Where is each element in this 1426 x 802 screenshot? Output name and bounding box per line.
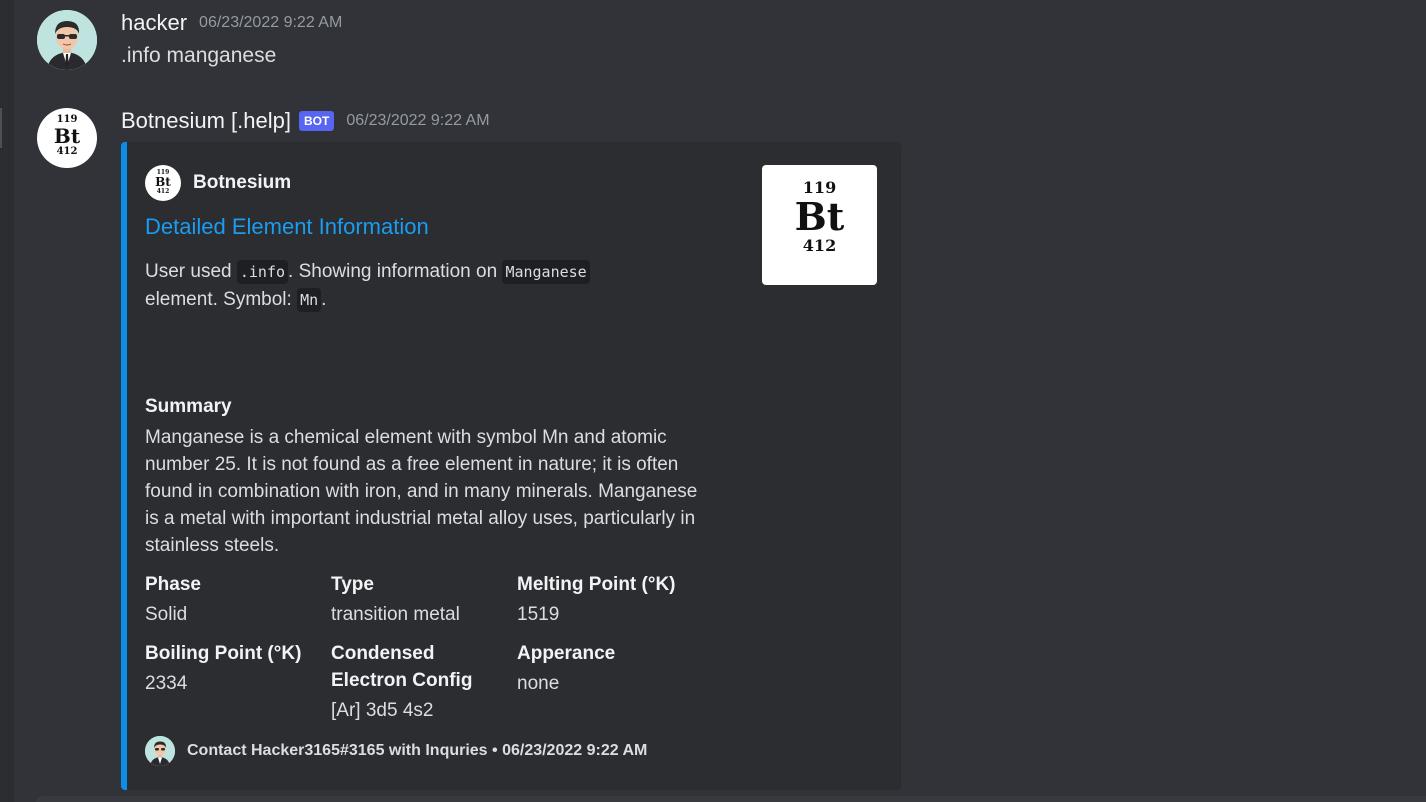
field-electron-config: Condensed Electron Config [Ar] 3d5 4s2 [331, 640, 491, 724]
embed-thumbnail[interactable]: 119 Bt 412 [762, 165, 877, 285]
embed-author-name: Botnesium [193, 172, 292, 193]
field-name: Boiling Point (°K) [145, 643, 302, 664]
summary-field-value: Manganese is a chemical element with sym… [145, 427, 698, 556]
field-value: Solid [145, 604, 188, 625]
field-name: Melting Point (°K) [517, 574, 676, 595]
field-value: 2334 [145, 673, 188, 694]
desc-code-command: .info [236, 260, 289, 284]
hacker-avatar[interactable] [37, 10, 97, 70]
avatar-symbol: Bt [53, 124, 81, 148]
field-value: [Ar] 3d5 4s2 [331, 700, 434, 721]
message-author[interactable]: hacker [121, 10, 187, 36]
desc-text: element. Symbol: [145, 289, 298, 310]
field-value: none [517, 673, 560, 694]
message-timestamp: 06/23/2022 9:22 AM [199, 14, 343, 31]
message-timestamp: 06/23/2022 9:22 AM [346, 112, 490, 129]
avatar-bottom-number: 412 [56, 146, 78, 157]
message-author[interactable]: Botnesium [.help] [121, 108, 291, 134]
field-name: Apperance [517, 643, 616, 664]
bt-element-avatar[interactable]: 119 Bt 412 [37, 108, 97, 168]
field-boiling-point: Boiling Point (°K) 2334 [145, 640, 325, 697]
message-content: .info manganese [121, 44, 277, 67]
embed-author: 119 Bt 412 Botnesium [145, 165, 291, 201]
thumbnail-bottom-number: 412 [802, 236, 837, 255]
embed-title[interactable]: Detailed Element Information [145, 214, 429, 240]
unread-marker [0, 108, 2, 148]
field-name: Condensed Electron Config [331, 643, 473, 691]
field-value: transition metal [331, 604, 460, 625]
thumbnail-symbol: Bt [794, 194, 845, 239]
desc-code-element: Manganese [502, 260, 590, 284]
field-type: Type transition metal [331, 571, 511, 628]
field-value: 1519 [517, 604, 560, 625]
embed-author-icon: 119 Bt 412 [145, 165, 181, 201]
embed-description: User used .info. Showing information on … [145, 258, 645, 314]
embed-footer: Contact Hacker3165#3165 with Inquries • … [145, 736, 647, 766]
rich-embed: 119 Bt 412 Botnesium Detailed Element In… [121, 142, 901, 790]
footer-text: Contact Hacker3165#3165 with Inquries • … [187, 742, 648, 759]
desc-text: . Showing information on [288, 261, 503, 282]
channel-left-edge [0, 0, 14, 802]
field-melting-point: Melting Point (°K) 1519 [517, 571, 697, 628]
field-appearance: Apperance none [517, 640, 697, 697]
desc-text: . [321, 289, 327, 310]
person-avatar-icon [37, 10, 97, 70]
message-input-edge [36, 796, 1426, 802]
footer-avatar-icon [145, 736, 175, 766]
field-phase: Phase Solid [145, 571, 325, 628]
desc-code-symbol: Mn [297, 288, 322, 312]
field-name: Type [331, 574, 374, 595]
embed-author-icon-bottom: 412 [156, 188, 170, 195]
bot-badge: BOT [298, 111, 335, 131]
desc-text: User used [145, 261, 237, 282]
field-name: Phase [145, 574, 201, 595]
summary-field-name: Summary [145, 396, 232, 417]
